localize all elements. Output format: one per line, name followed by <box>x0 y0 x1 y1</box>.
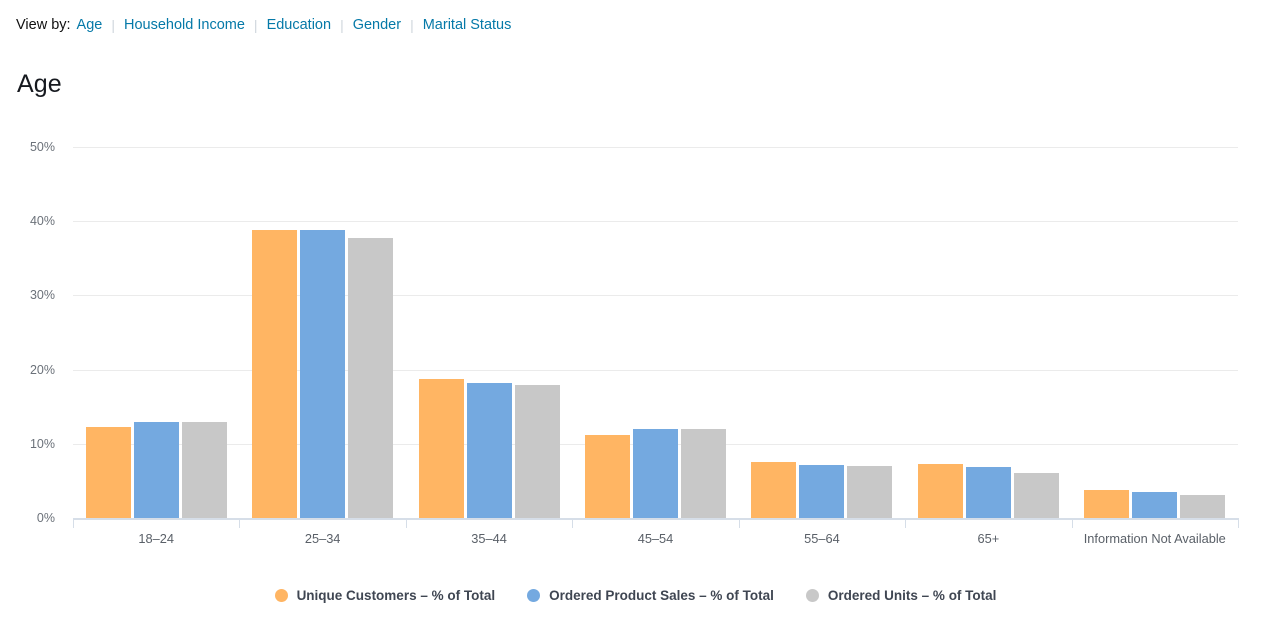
chart-legend: Unique Customers – % of Total Ordered Pro… <box>0 588 1271 603</box>
y-axis-tick-label: 30% <box>29 288 55 303</box>
bar[interactable] <box>1180 494 1226 518</box>
gridline <box>73 295 1238 297</box>
y-axis-tick-label: 20% <box>29 362 55 377</box>
y-axis-tick-label: 10% <box>29 436 55 451</box>
bar[interactable] <box>514 385 560 518</box>
bar[interactable] <box>633 428 678 518</box>
legend-swatch-circle-icon <box>527 589 541 602</box>
bar-chart: 0% 10% 20% 30% 40% 50% 18–24 25–34 35–44 45–54 55… <box>0 0 1271 619</box>
bar[interactable] <box>181 421 227 518</box>
y-axis-tick-label: 50% <box>29 140 55 154</box>
x-axis-category-label: 18–24 <box>138 531 174 546</box>
bar[interactable] <box>1132 492 1178 518</box>
legend-swatch-circle-icon <box>805 589 819 602</box>
x-axis-category-label: 65+ <box>977 531 1000 546</box>
bar[interactable] <box>751 461 797 518</box>
bar[interactable] <box>1084 489 1130 518</box>
legend-item[interactable]: Ordered Units – % of Total <box>805 588 997 603</box>
legend-item[interactable]: Ordered Product Sales – % of Total <box>527 588 774 603</box>
y-axis-tick-label: 40% <box>29 214 55 229</box>
x-axis-category-label: 55–64 <box>804 531 840 546</box>
bar[interactable] <box>799 464 845 518</box>
legend-label: Ordered Units – % of Total <box>827 588 997 603</box>
legend-label: Ordered Product Sales – % of Total <box>549 588 774 603</box>
legend-item[interactable]: Unique Customers – % of Total <box>274 588 496 603</box>
bar[interactable] <box>133 421 179 518</box>
bar[interactable] <box>681 428 726 518</box>
x-axis-tick <box>239 518 241 528</box>
x-axis-line <box>73 518 1238 520</box>
x-axis-category-label: 35–44 <box>471 531 507 546</box>
x-axis-category-label: Information Not Available <box>1083 531 1226 546</box>
bar[interactable] <box>917 463 963 518</box>
gridline <box>73 147 1238 148</box>
bar[interactable] <box>418 379 464 518</box>
bar[interactable] <box>252 230 298 518</box>
x-axis-tick <box>738 518 740 528</box>
x-axis-category-label: 45–54 <box>637 531 674 546</box>
bar[interactable] <box>348 237 394 518</box>
gridline <box>73 369 1238 371</box>
legend-label: Unique Customers – % of Total <box>296 588 496 603</box>
bar[interactable] <box>300 230 346 518</box>
x-axis-tick <box>1238 518 1239 528</box>
bar[interactable] <box>85 426 131 518</box>
x-axis-tick <box>905 518 907 528</box>
legend-swatch-circle-icon <box>274 589 288 602</box>
x-axis-tick <box>405 518 407 528</box>
y-axis-tick-label: 0% <box>36 511 55 525</box>
x-axis-tick <box>73 518 74 528</box>
bar[interactable] <box>466 382 512 518</box>
x-axis-category-label: 25–34 <box>304 531 341 546</box>
bar[interactable] <box>1013 473 1059 518</box>
bar[interactable] <box>585 434 630 518</box>
bar[interactable] <box>965 466 1011 518</box>
x-axis-tick <box>1071 518 1073 528</box>
gridline <box>73 221 1238 223</box>
x-axis-tick <box>572 518 574 528</box>
bar[interactable] <box>847 466 893 518</box>
